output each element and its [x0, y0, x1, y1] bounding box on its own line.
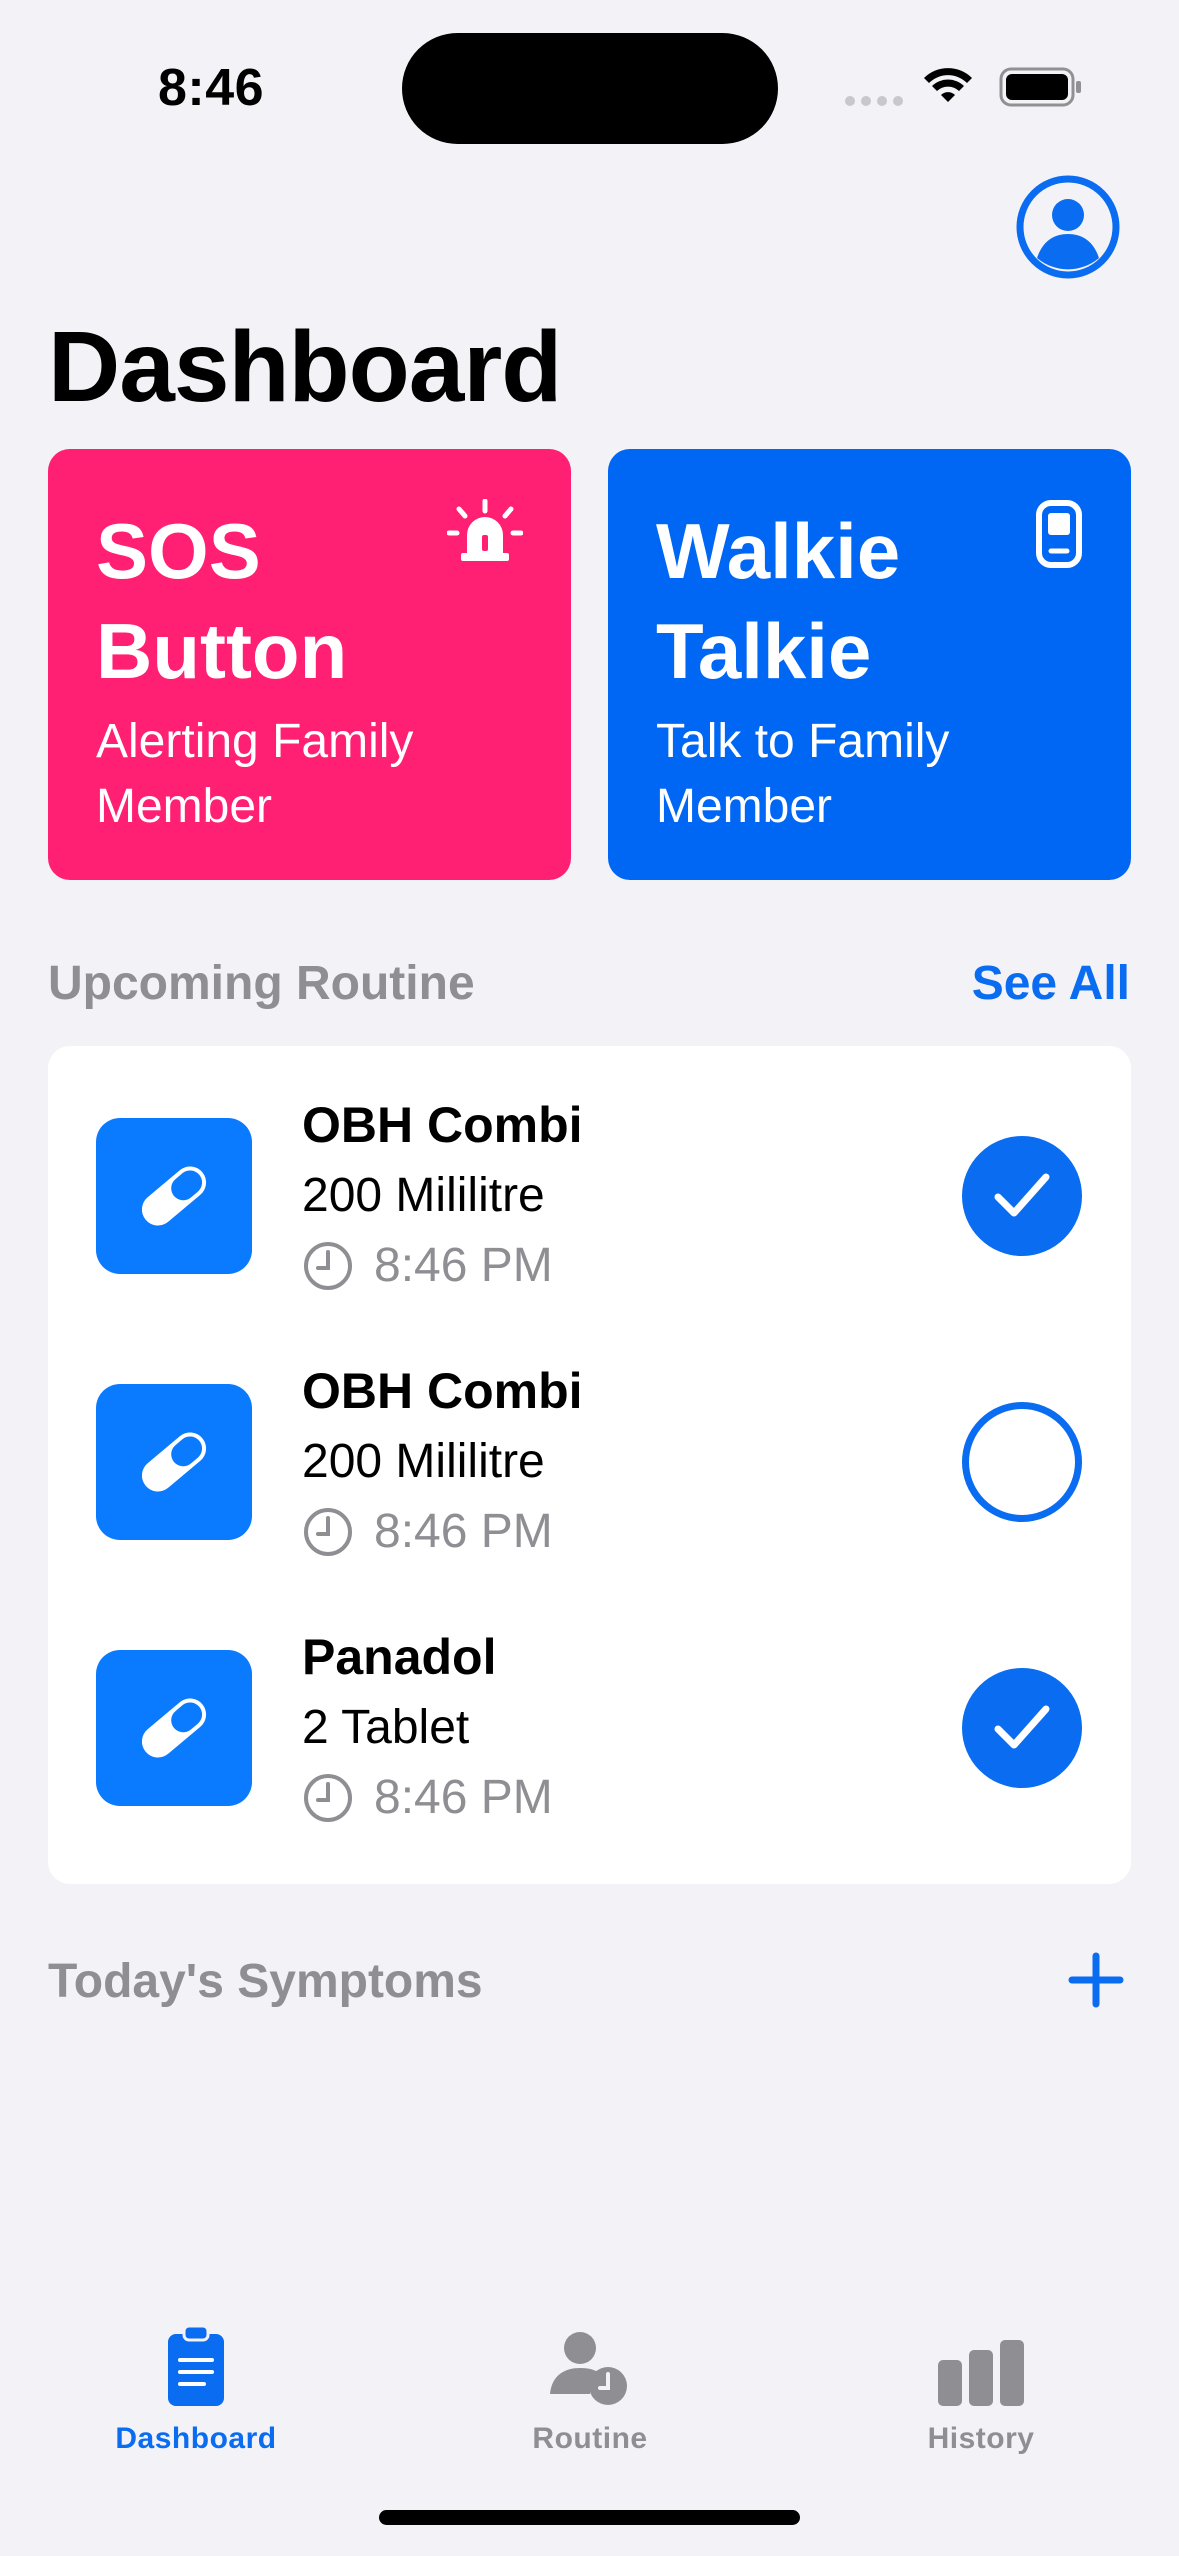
complete-checkbox[interactable]	[962, 1402, 1082, 1522]
walkie-talkie-icon	[1036, 500, 1082, 568]
walkie-card-title: Walkie Talkie	[656, 507, 901, 695]
bar-chart-icon	[938, 2340, 1024, 2406]
tab-dashboard[interactable]: Dashboard	[76, 2318, 316, 2456]
time-label: 8:46 PM	[374, 1239, 553, 1292]
walkie-talkie-card[interactable]: Walkie Talkie Talk to Family Member	[608, 449, 1131, 880]
time-label: 8:46 PM	[374, 1771, 553, 1824]
routine-item[interactable]: OBH Combi 200 Mililitre 8:46 PM	[48, 1312, 1131, 1558]
medicine-time: 8:46 PM	[302, 1770, 553, 1825]
clock-icon	[304, 1241, 352, 1290]
walkie-card-subtitle: Talk to Family Member	[656, 715, 950, 833]
checkmark-icon	[994, 1705, 1050, 1749]
tab-label: Dashboard	[115, 2422, 277, 2455]
pill-icon	[96, 1384, 252, 1540]
sos-card-title: SOS Button	[96, 507, 348, 695]
routine-list: OBH Combi 200 Mililitre 8:46 PM OBH Comb…	[48, 1046, 1131, 1884]
siren-icon	[447, 499, 523, 561]
wifi-icon	[924, 68, 972, 102]
tab-history[interactable]: History	[861, 2318, 1101, 2456]
sos-card-subtitle: Alerting Family Member	[96, 715, 414, 833]
time-label: 8:46 PM	[374, 1505, 553, 1558]
routine-item[interactable]: OBH Combi 200 Mililitre 8:46 PM	[48, 1046, 1131, 1292]
checkmark-icon	[994, 1173, 1050, 1217]
tab-label: Routine	[532, 2422, 648, 2455]
complete-checkbox[interactable]	[962, 1668, 1082, 1788]
dynamic-island	[402, 33, 778, 144]
upcoming-routine-title: Upcoming Routine	[48, 957, 475, 1010]
medicine-dose: 200 Mililitre	[302, 1169, 545, 1222]
pill-icon	[96, 1118, 252, 1274]
medicine-time: 8:46 PM	[302, 1504, 553, 1559]
medicine-name: OBH Combi	[302, 1363, 583, 1419]
medicine-time: 8:46 PM	[302, 1238, 553, 1293]
tab-routine[interactable]: Routine	[470, 2318, 710, 2456]
sos-button-card[interactable]: SOS Button Alerting Family Member	[48, 449, 571, 880]
medicine-name: OBH Combi	[302, 1097, 583, 1153]
status-time: 8:46	[158, 59, 265, 117]
todays-symptoms-title: Today's Symptoms	[48, 1955, 483, 2008]
battery-icon	[999, 67, 1081, 107]
see-all-link[interactable]: See All	[972, 956, 1130, 1011]
medicine-dose: 2 Tablet	[302, 1701, 470, 1754]
routine-item[interactable]: Panadol 2 Tablet 8:46 PM	[48, 1578, 1131, 1824]
complete-checkbox[interactable]	[962, 1136, 1082, 1256]
pill-icon	[96, 1650, 252, 1806]
person-clock-icon	[550, 2332, 627, 2405]
cellular-signal-icon	[845, 96, 903, 106]
clock-icon	[304, 1773, 352, 1822]
medicine-dose: 200 Mililitre	[302, 1435, 545, 1488]
clipboard-icon	[168, 2324, 224, 2406]
medicine-name: Panadol	[302, 1629, 497, 1685]
clock-icon	[304, 1507, 352, 1556]
plus-icon[interactable]	[1068, 1952, 1124, 2008]
tab-label: History	[927, 2422, 1035, 2455]
page-title: Dashboard	[48, 311, 562, 423]
person-circle-icon[interactable]	[1015, 174, 1121, 280]
home-indicator[interactable]	[379, 2510, 800, 2525]
